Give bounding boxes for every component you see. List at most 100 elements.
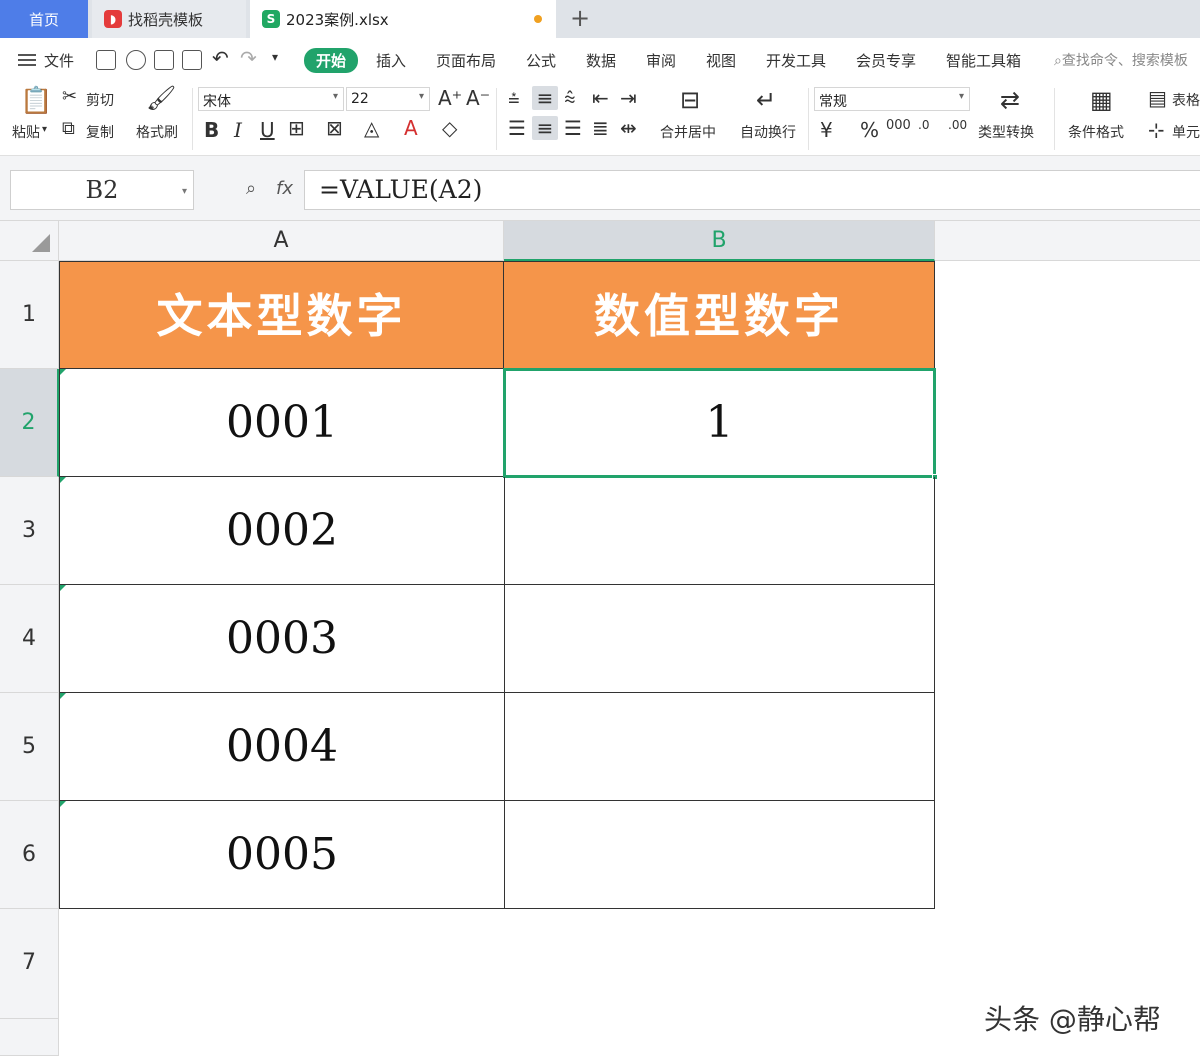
row-header-5[interactable]: 5 <box>0 693 59 801</box>
row-header-6[interactable]: 6 <box>0 801 59 909</box>
menu-insert[interactable]: 插入 <box>376 50 406 71</box>
save-icon[interactable] <box>96 50 116 70</box>
command-search[interactable]: ⌕查找命令、搜索模板 <box>1054 50 1188 70</box>
menu-view[interactable]: 视图 <box>706 50 736 71</box>
increase-indent-icon[interactable]: ⇥ <box>620 86 637 110</box>
currency-icon[interactable]: ¥ <box>820 118 833 142</box>
cell-b2[interactable]: 1 <box>503 368 938 480</box>
insert-function-button[interactable]: fx <box>276 178 293 199</box>
font-name-select[interactable]: 宋体 ▾ <box>198 87 344 111</box>
clear-format-icon[interactable]: ◇ <box>442 116 457 140</box>
decrease-font-icon[interactable]: A⁻ <box>466 86 490 110</box>
paste-button[interactable]: 粘贴 <box>12 122 40 142</box>
format-painter-button[interactable]: 格式刷 <box>136 122 178 142</box>
name-box[interactable]: B2 ▾ <box>10 170 194 210</box>
increase-font-icon[interactable]: A⁺ <box>438 86 462 110</box>
align-right-icon[interactable]: ☰ <box>564 116 582 140</box>
menu-review[interactable]: 审阅 <box>646 50 676 71</box>
cell-a1[interactable]: 文本型数字 <box>59 261 504 369</box>
copy-button[interactable]: 复制 <box>86 122 114 142</box>
print-preview-icon[interactable] <box>182 50 202 70</box>
menu-smart-toolbox[interactable]: 智能工具箱 <box>946 50 1021 71</box>
menu-formulas[interactable]: 公式 <box>526 50 556 71</box>
merge-center-button[interactable]: 合并居中 <box>660 122 716 142</box>
underline-icon[interactable]: U <box>260 118 275 142</box>
formula-input[interactable]: =VALUE(A2) <box>304 170 1200 210</box>
cell-a2[interactable]: 0001 <box>59 369 504 477</box>
cell-a6[interactable]: 0005 <box>59 801 504 909</box>
table-style-button[interactable]: 表格 <box>1172 90 1200 110</box>
wrap-text-icon: ↵ <box>756 86 777 114</box>
border-icon[interactable]: ⊞ <box>288 116 305 140</box>
percent-icon[interactable]: % <box>860 118 879 142</box>
cell-a3[interactable]: 0002 <box>59 477 504 585</box>
print-icon[interactable] <box>154 50 174 70</box>
cell-b1[interactable]: 数值型数字 <box>504 261 935 369</box>
unsaved-dot-icon <box>534 15 542 23</box>
align-left-icon[interactable]: ☰ <box>508 116 526 140</box>
cell-button[interactable]: 单元 <box>1172 122 1200 142</box>
number-format-select[interactable]: 常规 ▾ <box>814 87 970 111</box>
paste-dropdown-icon[interactable]: ▾ <box>42 124 47 135</box>
align-middle-icon[interactable]: ≡ <box>532 86 558 110</box>
row-header-2[interactable]: 2 <box>0 369 59 477</box>
menu-member[interactable]: 会员专享 <box>856 50 916 71</box>
menu-data[interactable]: 数据 <box>586 50 616 71</box>
cell-b3[interactable] <box>504 477 935 585</box>
align-top-icon[interactable]: ⩮ <box>508 86 520 110</box>
cell-b4[interactable] <box>504 585 935 693</box>
copy-icon: ⧉ <box>62 118 75 139</box>
wrap-text-button[interactable]: 自动换行 <box>740 122 796 142</box>
tab-workbook[interactable]: S 2023案例.xlsx <box>250 0 556 38</box>
menu-file[interactable]: 文件 <box>44 50 74 71</box>
cell-b5[interactable] <box>504 693 935 801</box>
row-header-4[interactable]: 4 <box>0 585 59 693</box>
fill-color-icon[interactable]: ◬ <box>364 116 379 140</box>
cell-style-icon[interactable]: ⊠ <box>326 116 343 140</box>
select-all-button[interactable] <box>0 221 59 261</box>
font-size-select[interactable]: 22 ▾ <box>346 87 430 111</box>
cell-a2-value: 0001 <box>226 397 338 448</box>
menu-home[interactable]: 开始 <box>304 48 359 73</box>
quick-access-dropdown-icon[interactable]: ▾ <box>272 50 278 64</box>
watermark-text: 头条 @静心帮 <box>984 1003 1161 1036</box>
column-header-b[interactable]: B <box>504 221 935 261</box>
thousands-icon[interactable]: 000 <box>886 118 911 133</box>
distributed-icon[interactable]: ⇹ <box>620 116 637 140</box>
cell-a4[interactable]: 0003 <box>59 585 504 693</box>
tab-daoke-templates[interactable]: ◗ 找稻壳模板 <box>92 0 246 38</box>
export-pdf-icon[interactable] <box>126 50 146 70</box>
increase-decimal-icon[interactable]: .0 <box>918 118 929 132</box>
decrease-indent-icon[interactable]: ⇤ <box>592 86 609 110</box>
cell-icon: ⊹ <box>1148 118 1165 142</box>
column-header-a[interactable]: A <box>59 221 504 261</box>
ribbon-separator <box>496 88 497 150</box>
menu-developer[interactable]: 开发工具 <box>766 50 826 71</box>
font-color-icon[interactable]: A <box>404 116 418 140</box>
align-bottom-icon[interactable]: ⩯ <box>564 86 576 110</box>
daoke-logo-icon: ◗ <box>104 10 122 28</box>
bold-icon[interactable]: B <box>204 118 219 142</box>
new-tab-button[interactable]: + <box>566 4 594 32</box>
row-header-1[interactable]: 1 <box>0 261 59 369</box>
tab-home[interactable]: 首页 <box>0 0 88 38</box>
format-painter-icon: 🖌 <box>146 84 177 112</box>
undo-icon[interactable]: ↶ <box>212 46 229 70</box>
conditional-format-button[interactable]: 条件格式 <box>1068 122 1124 142</box>
cell-a5[interactable]: 0004 <box>59 693 504 801</box>
decrease-decimal-icon[interactable]: .00 <box>948 118 967 132</box>
row-header-3[interactable]: 3 <box>0 477 59 585</box>
justify-icon[interactable]: ≣ <box>592 116 609 140</box>
row-header-7[interactable]: 7 <box>0 909 59 1019</box>
cell-b6[interactable] <box>504 801 935 909</box>
hamburger-icon[interactable] <box>18 51 36 69</box>
italic-icon[interactable]: I <box>234 118 242 142</box>
cut-button[interactable]: 剪切 <box>86 90 114 110</box>
redo-icon[interactable]: ↷ <box>240 46 257 70</box>
zoom-formula-icon[interactable]: ⌕ <box>246 178 256 199</box>
align-center-icon[interactable]: ≡ <box>532 116 558 140</box>
type-convert-button[interactable]: 类型转换 <box>978 122 1034 142</box>
menu-page-layout[interactable]: 页面布局 <box>436 50 496 71</box>
row-header-8[interactable] <box>0 1019 59 1056</box>
paste-icon[interactable]: 📋 <box>20 86 52 116</box>
